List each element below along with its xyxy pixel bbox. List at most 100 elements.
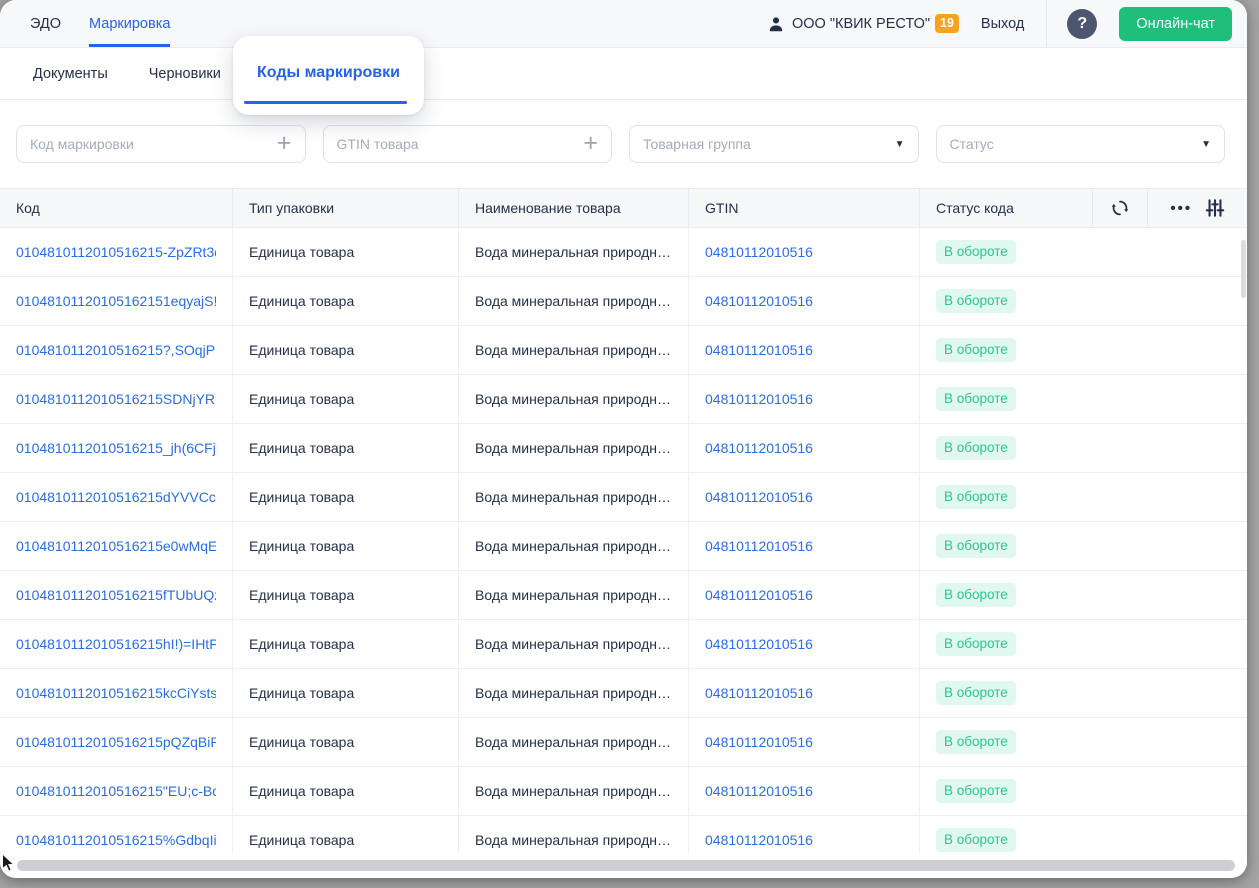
refresh-icon[interactable] (1093, 189, 1148, 227)
gtin-link[interactable]: 04810112010516 (705, 244, 813, 260)
table-row: 0104810112010516215SDNjYRMaY… Единица то… (0, 375, 1247, 424)
gtin-link[interactable]: 04810112010516 (705, 636, 813, 652)
status-badge: В обороте (936, 828, 1016, 853)
marking-code-link[interactable]: 0104810112010516215SDNjYRMaY… (16, 391, 216, 407)
user-icon (767, 15, 785, 33)
chevron-down-icon[interactable]: ▼ (1201, 139, 1211, 150)
packaging-type: Единица товара (249, 734, 354, 750)
table-row: 0104810112010516215-ZpZRt3qp_JK Единица … (0, 228, 1247, 277)
main-nav: ЭДО Маркировка (30, 0, 170, 47)
product-group-select[interactable] (643, 136, 887, 152)
marking-code-link[interactable]: 0104810112010516215%GdbqIiG'OPr (16, 832, 216, 848)
column-header-product: Наименование товара (459, 189, 689, 227)
packaging-type: Единица товара (249, 391, 354, 407)
gtin-link[interactable]: 04810112010516 (705, 489, 813, 505)
horizontal-scrollbar[interactable] (17, 860, 1235, 871)
packaging-type: Единица товара (249, 636, 354, 652)
table-row: 0104810112010516215dYVVCc7-48… Единица т… (0, 473, 1247, 522)
table-extra-actions: ••• (1148, 189, 1247, 227)
nav-item-markirovka[interactable]: Маркировка (89, 0, 170, 47)
row-actions-spacer (1093, 522, 1247, 570)
table-row: 0104810112010516215_jh(6CFjWU+x Единица … (0, 424, 1247, 473)
add-icon[interactable]: + (277, 133, 292, 153)
gtin-link[interactable]: 04810112010516 (705, 342, 813, 358)
org-name[interactable]: ООО "КВИК РЕСТО" (792, 16, 930, 32)
status-badge: В обороте (936, 681, 1016, 706)
logout-link[interactable]: Выход (981, 16, 1024, 32)
status-select[interactable] (950, 136, 1194, 152)
product-name: Вода минеральная природная леч… (475, 391, 672, 407)
status-badge: В обороте (936, 583, 1016, 608)
gtin-input[interactable] (337, 136, 576, 152)
filter-product-group[interactable]: ▼ (629, 125, 919, 163)
product-name: Вода минеральная природная леч… (475, 538, 672, 554)
status-badge: В обороте (936, 289, 1016, 314)
status-badge: В обороте (936, 387, 1016, 412)
gtin-link[interactable]: 04810112010516 (705, 538, 813, 554)
product-name: Вода минеральная природная леч… (475, 342, 672, 358)
table-row: 0104810112010516215hI!)=IHtFIBt Единица … (0, 620, 1247, 669)
product-name: Вода минеральная природная леч… (475, 489, 672, 505)
marking-code-link[interactable]: 0104810112010516215-ZpZRt3qp_JK (16, 244, 216, 260)
row-actions-spacer (1093, 228, 1247, 276)
product-name: Вода минеральная природная леч… (475, 734, 672, 750)
column-header-packaging: Тип упаковки (233, 189, 459, 227)
product-name: Вода минеральная природная леч… (475, 832, 672, 848)
status-badge: В обороте (936, 240, 1016, 265)
gtin-link[interactable]: 04810112010516 (705, 734, 813, 750)
gtin-link[interactable]: 04810112010516 (705, 783, 813, 799)
table-row: 0104810112010516215"EU;c-BqsaXw Единица … (0, 767, 1247, 816)
packaging-type: Единица товара (249, 489, 354, 505)
product-name: Вода минеральная природная леч… (475, 244, 672, 260)
more-actions-icon[interactable]: ••• (1170, 200, 1192, 217)
marking-code-link[interactable]: 0104810112010516215"EU;c-BqsaXw (16, 783, 216, 799)
product-name: Вода минеральная природная леч… (475, 783, 672, 799)
marking-code-link[interactable]: 0104810112010516215_jh(6CFjWU+x (16, 440, 216, 456)
help-icon[interactable]: ? (1067, 9, 1097, 39)
vertical-scrollbar[interactable] (1241, 240, 1246, 298)
gtin-link[interactable]: 04810112010516 (705, 587, 813, 603)
online-chat-button[interactable]: Онлайн-чат (1119, 7, 1232, 41)
marking-code-input[interactable] (30, 136, 269, 152)
app-window: ЭДО Маркировка ООО "КВИК РЕСТО" 19 Выход… (0, 0, 1247, 878)
tab-item[interactable]: Документы (33, 66, 108, 82)
filter-gtin: + (323, 125, 613, 163)
row-actions-spacer (1093, 424, 1247, 472)
filter-status[interactable]: ▼ (936, 125, 1226, 163)
gtin-link[interactable]: 04810112010516 (705, 391, 813, 407)
nav-item-edo[interactable]: ЭДО (30, 0, 61, 47)
product-name: Вода минеральная природная леч… (475, 440, 672, 456)
mouse-cursor-icon (1, 854, 16, 877)
top-navigation-bar: ЭДО Маркировка ООО "КВИК РЕСТО" 19 Выход… (0, 0, 1247, 48)
row-actions-spacer (1093, 767, 1247, 815)
gtin-link[interactable]: 04810112010516 (705, 832, 813, 848)
active-tab-label: Коды маркировки (257, 64, 400, 82)
marking-code-link[interactable]: 0104810112010516215e0wMqEw*k,'s (16, 538, 216, 554)
gtin-link[interactable]: 04810112010516 (705, 685, 813, 701)
packaging-type: Единица товара (249, 832, 354, 848)
horizontal-scrollbar-track (0, 853, 1247, 878)
row-actions-spacer (1093, 620, 1247, 668)
tab-item[interactable]: Черновики (149, 66, 221, 82)
marking-code-link[interactable]: 0104810112010516215pQZqBiR'dg=8 (16, 734, 216, 750)
marking-code-link[interactable]: 01048101120105162151eqyajS!SG3K (16, 293, 216, 309)
active-tab-card[interactable]: Коды маркировки (233, 36, 424, 115)
add-icon[interactable]: + (583, 133, 598, 153)
marking-code-link[interactable]: 0104810112010516215kcCiYstsO&Gk (16, 685, 216, 701)
row-actions-spacer (1093, 326, 1247, 374)
marking-code-link[interactable]: 0104810112010516215?,SOqjPMBC… (16, 342, 216, 358)
marking-code-link[interactable]: 0104810112010516215fTUbUQz)f<8u (16, 587, 216, 603)
status-badge: В обороте (936, 485, 1016, 510)
gtin-link[interactable]: 04810112010516 (705, 440, 813, 456)
table-body: 0104810112010516215-ZpZRt3qp_JK Единица … (0, 228, 1247, 865)
columns-settings-icon[interactable] (1205, 198, 1225, 218)
packaging-type: Единица товара (249, 440, 354, 456)
marking-code-link[interactable]: 0104810112010516215dYVVCc7-48… (16, 489, 216, 505)
chevron-down-icon[interactable]: ▼ (895, 139, 905, 150)
marking-code-link[interactable]: 0104810112010516215hI!)=IHtFIBt (16, 636, 216, 652)
packaging-type: Единица товара (249, 538, 354, 554)
table-row: 0104810112010516215pQZqBiR'dg=8 Единица … (0, 718, 1247, 767)
gtin-link[interactable]: 04810112010516 (705, 293, 813, 309)
packaging-type: Единица товара (249, 244, 354, 260)
status-badge: В обороте (936, 632, 1016, 657)
